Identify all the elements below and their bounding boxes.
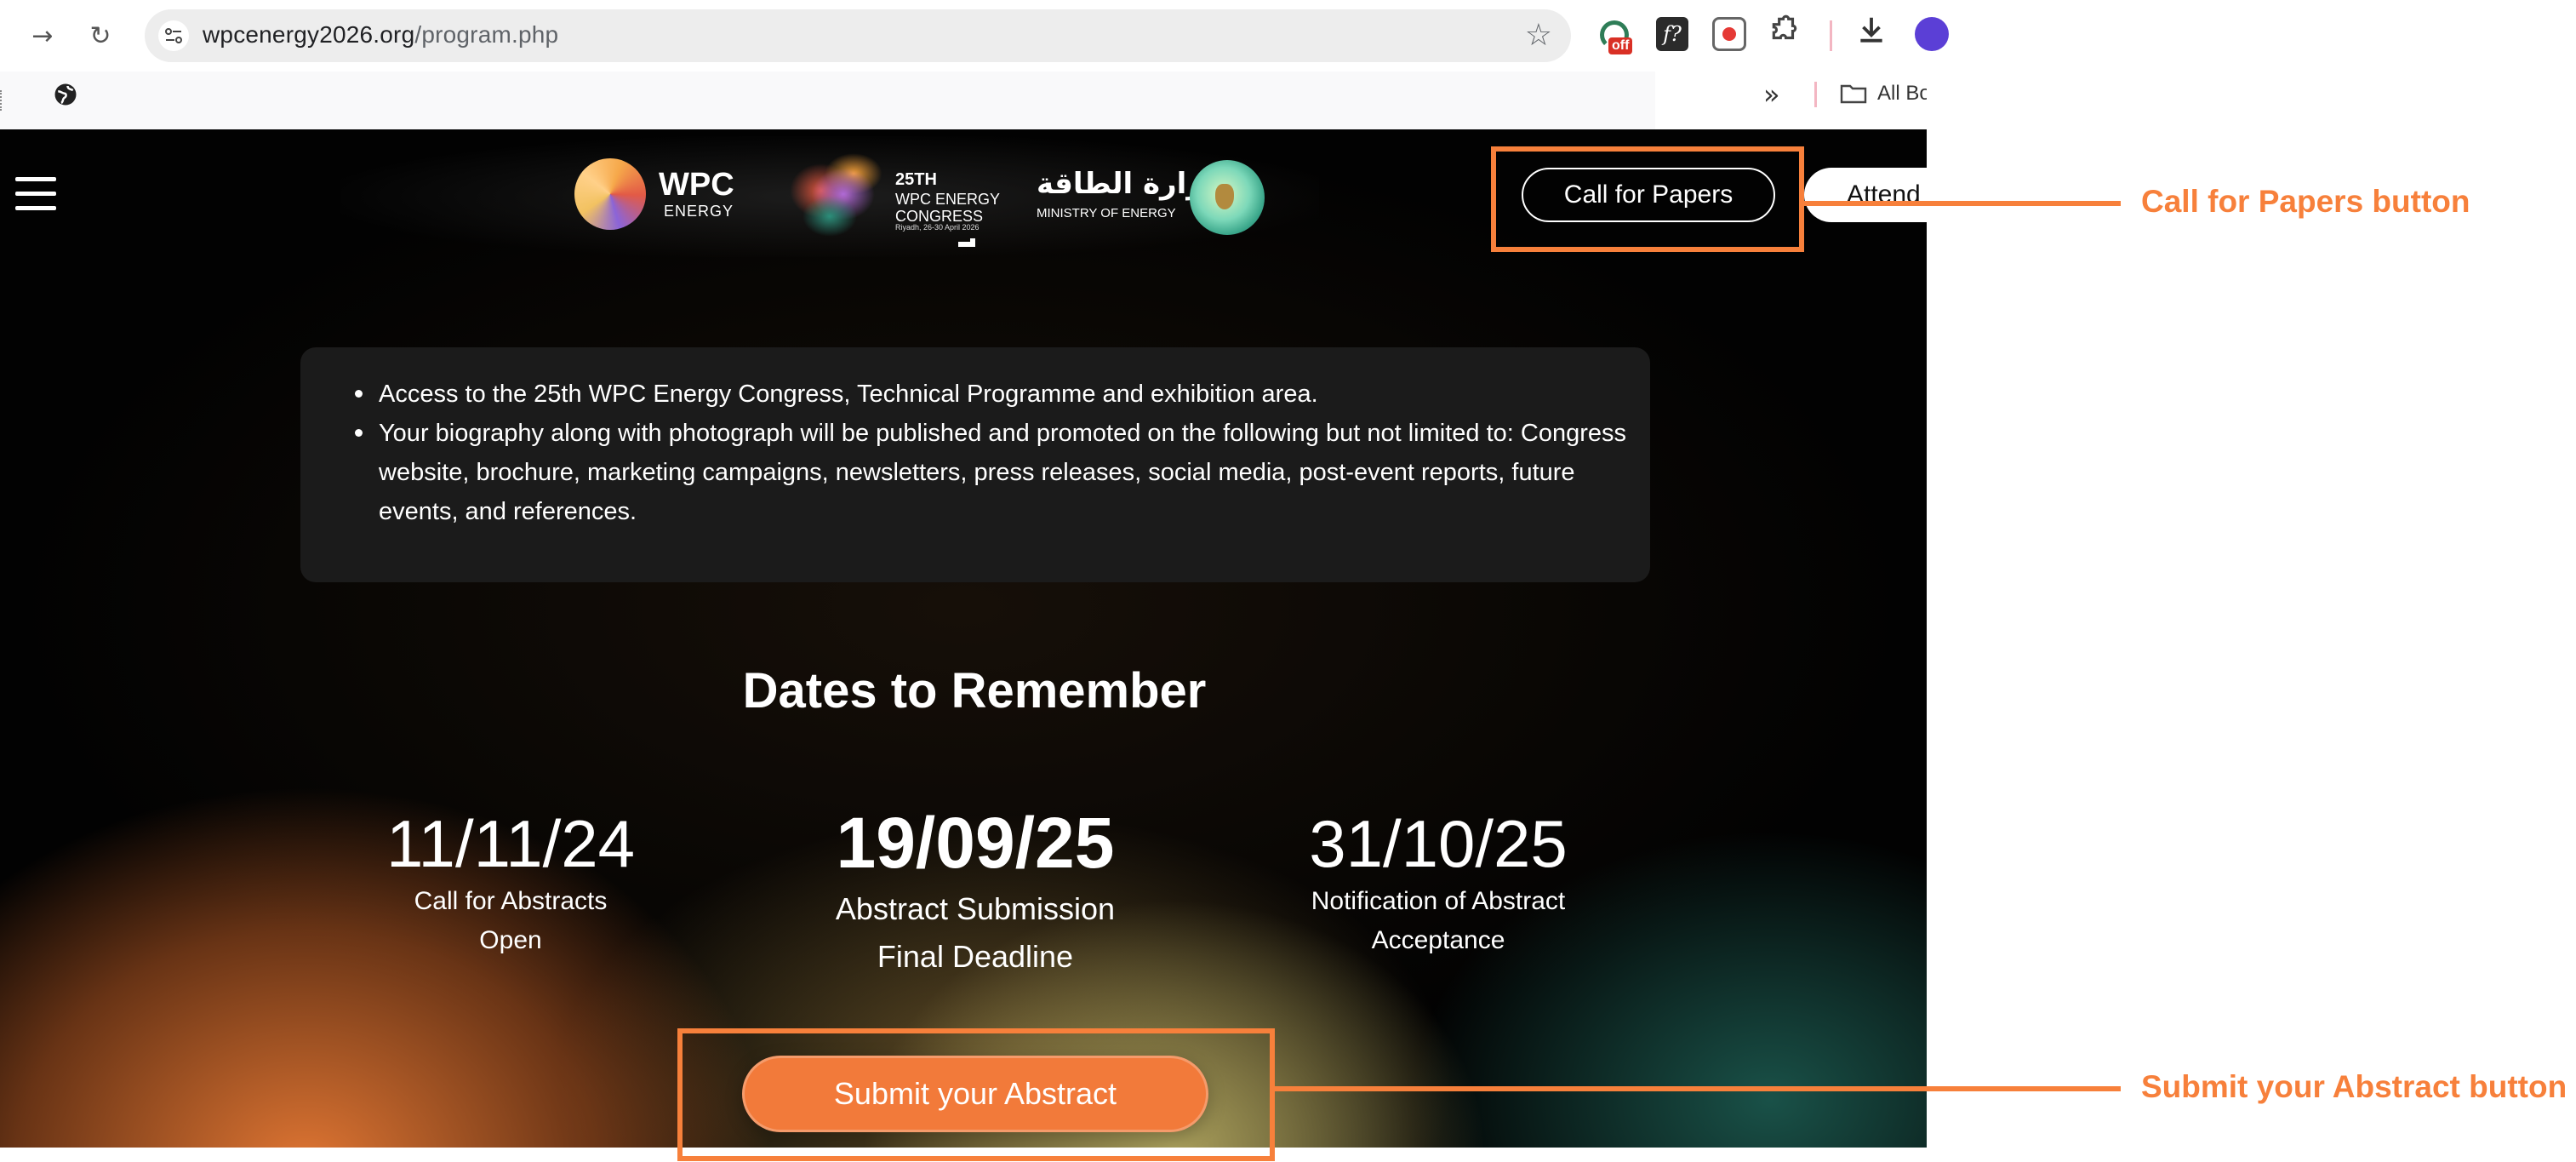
congress-dates: Riyadh, 26-30 April 2026 xyxy=(895,223,980,232)
url-text[interactable]: wpcenergy2026.org/program.php xyxy=(203,21,558,49)
web-page: WPC ENERGY 25TH WPC ENERGY CONGRESS Riya… xyxy=(0,129,1927,1148)
extension-off-icon[interactable]: off xyxy=(1598,19,1636,56)
download-icon[interactable] xyxy=(1855,14,1888,54)
globe-icon[interactable] xyxy=(53,82,78,107)
url-domain: wpcenergy2026.org xyxy=(203,21,415,48)
address-bar[interactable]: wpcenergy2026.org/program.php ☆ xyxy=(145,9,1571,62)
date-item-abstracts-open: 11/11/24 Call for Abstracts Open xyxy=(357,805,664,960)
forward-icon[interactable]: → xyxy=(26,19,60,53)
date-label: Abstract Submission xyxy=(835,891,1116,926)
congress-title-line2: CONGRESS xyxy=(895,208,984,225)
date-label: Acceptance xyxy=(1371,926,1505,954)
benefit-item: Your biography along with photograph wil… xyxy=(355,414,1630,531)
submit-highlight-box xyxy=(677,1028,1275,1161)
cfp-callout-line xyxy=(1804,201,2121,206)
submit-callout-label: Submit your Abstract button xyxy=(2141,1069,2567,1104)
partial-heading-glyph xyxy=(877,238,1047,257)
congress-number: 25TH xyxy=(895,170,937,189)
wpc-logo-icon xyxy=(574,158,646,230)
benefits-card: Access to the 25th WPC Energy Congress, … xyxy=(300,347,1650,582)
ministry-emblem-icon xyxy=(1190,160,1265,235)
hamburger-menu-icon[interactable] xyxy=(15,177,56,211)
date-label: Final Deadline xyxy=(877,939,1074,974)
date-label: Open xyxy=(479,926,542,954)
screen-record-icon[interactable] xyxy=(1712,17,1746,51)
benefit-item: Access to the 25th WPC Energy Congress, … xyxy=(355,375,1630,414)
submit-callout-line xyxy=(1275,1086,2121,1091)
date-item-notification: 31/10/25 Notification of Abstract Accept… xyxy=(1277,805,1600,960)
reload-icon[interactable]: ↻ xyxy=(83,19,117,53)
extensions-puzzle-icon[interactable] xyxy=(1768,14,1801,54)
bookmarks-bar xyxy=(0,72,1927,129)
date-value: 31/10/25 xyxy=(1309,806,1568,881)
congress-title-line1: WPC ENERGY xyxy=(895,191,1001,208)
site-info-icon[interactable] xyxy=(158,20,189,51)
date-value: 19/09/25 xyxy=(836,803,1115,883)
congress-logo-icon xyxy=(787,148,898,242)
cfp-highlight-box xyxy=(1491,146,1804,252)
benefits-list: Access to the 25th WPC Energy Congress, … xyxy=(355,375,1630,531)
profile-avatar[interactable] xyxy=(1915,17,1949,51)
wpc-logo-text: WPC xyxy=(659,167,734,203)
dates-section-title: Dates to Remember xyxy=(742,663,1207,718)
folder-icon xyxy=(1840,84,1867,104)
date-item-submission-deadline: 19/09/25 Abstract Submission Final Deadl… xyxy=(771,800,1179,981)
ministry-english-name: MINISTRY OF ENERGY xyxy=(1037,206,1176,220)
all-bookmarks-label[interactable]: All Bo xyxy=(1877,82,1927,106)
browser-toolbar: → ↻ wpcenergy2026.org/program.php ☆ off … xyxy=(0,0,1949,72)
attend-button[interactable]: Attend xyxy=(1804,168,1927,222)
bookmarks-separator xyxy=(1814,82,1817,107)
bookmark-star-icon[interactable]: ☆ xyxy=(1525,18,1552,53)
date-label: Notification of Abstract xyxy=(1311,887,1566,915)
wpc-logo-subtext: ENERGY xyxy=(664,203,734,220)
extension-badge: off xyxy=(1608,37,1633,54)
formula-extension-icon[interactable]: f? xyxy=(1656,17,1688,51)
date-value: 11/11/24 xyxy=(386,806,636,881)
cfp-callout-label: Call for Papers button xyxy=(2141,184,2470,219)
date-label: Call for Abstracts xyxy=(414,887,608,915)
bookmarks-overflow-icon[interactable]: » xyxy=(1763,78,1780,111)
url-path: /program.php xyxy=(414,21,559,48)
toolbar-separator xyxy=(1830,20,1832,51)
